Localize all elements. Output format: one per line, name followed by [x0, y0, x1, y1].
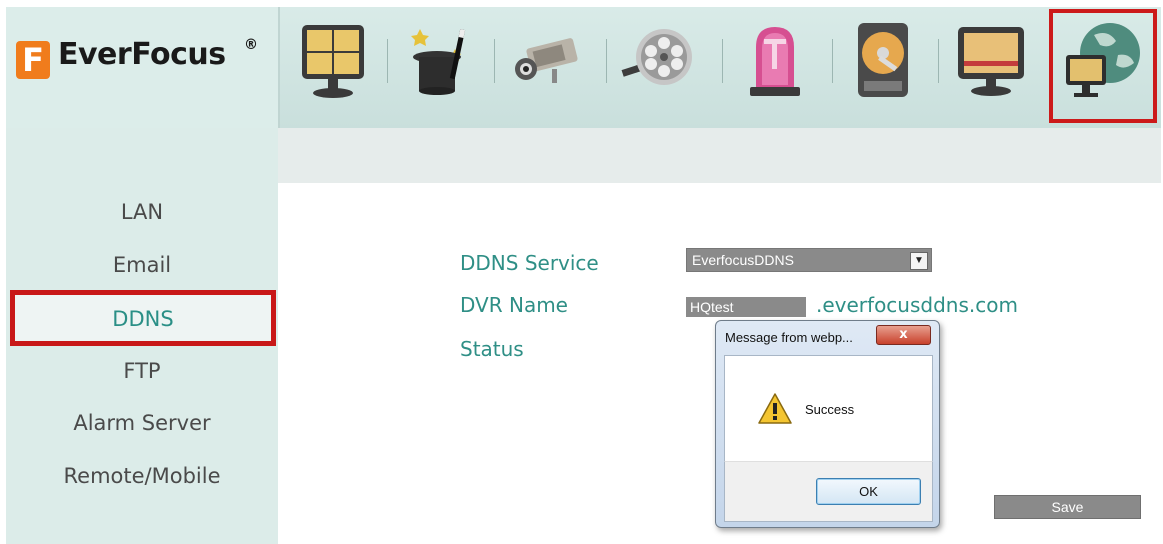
ddns-service-select[interactable]: EverfocusDDNS ▼	[686, 248, 932, 272]
header-bar: F EverFocus ®	[6, 7, 1161, 129]
status-label: Status	[460, 337, 524, 361]
nav-divider	[938, 39, 939, 83]
display-icon[interactable]	[952, 19, 1030, 103]
ddns-service-label: DDNS Service	[460, 251, 599, 275]
monitor-grid-icon[interactable]	[294, 19, 372, 103]
dvr-web-ui: F EverFocus ® LAN Email DDNS FTP Alarm S…	[0, 0, 1163, 544]
selected-nav-highlight	[1049, 9, 1157, 123]
dialog-message: Success	[805, 402, 855, 417]
dvr-name-label: DVR Name	[460, 293, 568, 317]
ddns-service-value: EverfocusDDNS	[692, 252, 794, 268]
hard-disk-icon[interactable]	[844, 19, 922, 103]
nav-divider	[832, 39, 833, 83]
content-top-strip	[278, 128, 1161, 183]
sidebar-item-remote-mobile[interactable]: Remote/Mobile	[6, 464, 278, 488]
chevron-down-icon[interactable]: ▼	[910, 252, 928, 270]
logo-text: EverFocus	[58, 37, 226, 72]
sidebar-item-ftp[interactable]: FTP	[6, 359, 278, 383]
nav-divider	[494, 39, 495, 83]
ok-button[interactable]: OK	[816, 478, 921, 505]
sidebar-item-label: DDNS	[112, 307, 174, 331]
logo-registered-mark: ®	[244, 37, 258, 53]
sidebar-item-ddns[interactable]: DDNS	[10, 290, 276, 346]
camera-icon[interactable]	[508, 19, 586, 103]
dialog-footer: OK	[724, 461, 933, 522]
film-reel-icon[interactable]	[618, 19, 696, 103]
dvr-name-input[interactable]	[686, 297, 806, 317]
message-dialog: Message from webp... x Success OK	[715, 320, 940, 528]
nav-divider	[722, 39, 723, 83]
magic-hat-icon[interactable]	[400, 19, 478, 103]
close-button[interactable]: x	[876, 325, 931, 345]
dvr-name-domain-suffix: .everfocusddns.com	[816, 293, 1018, 317]
dialog-title: Message from webp...	[725, 330, 853, 345]
save-button[interactable]: Save	[994, 495, 1141, 519]
alarm-light-icon[interactable]	[736, 19, 814, 103]
nav-divider	[606, 39, 607, 83]
logo-mark: F	[16, 41, 50, 79]
sidebar-item-email[interactable]: Email	[6, 253, 278, 277]
sidebar-item-lan[interactable]: LAN	[6, 200, 278, 224]
header-divider	[278, 7, 280, 128]
nav-divider	[387, 39, 388, 83]
dialog-body: Success	[724, 355, 933, 462]
sidebar-item-alarm-server[interactable]: Alarm Server	[6, 411, 278, 435]
logo: F EverFocus ®	[6, 7, 278, 128]
warning-icon	[757, 392, 793, 426]
